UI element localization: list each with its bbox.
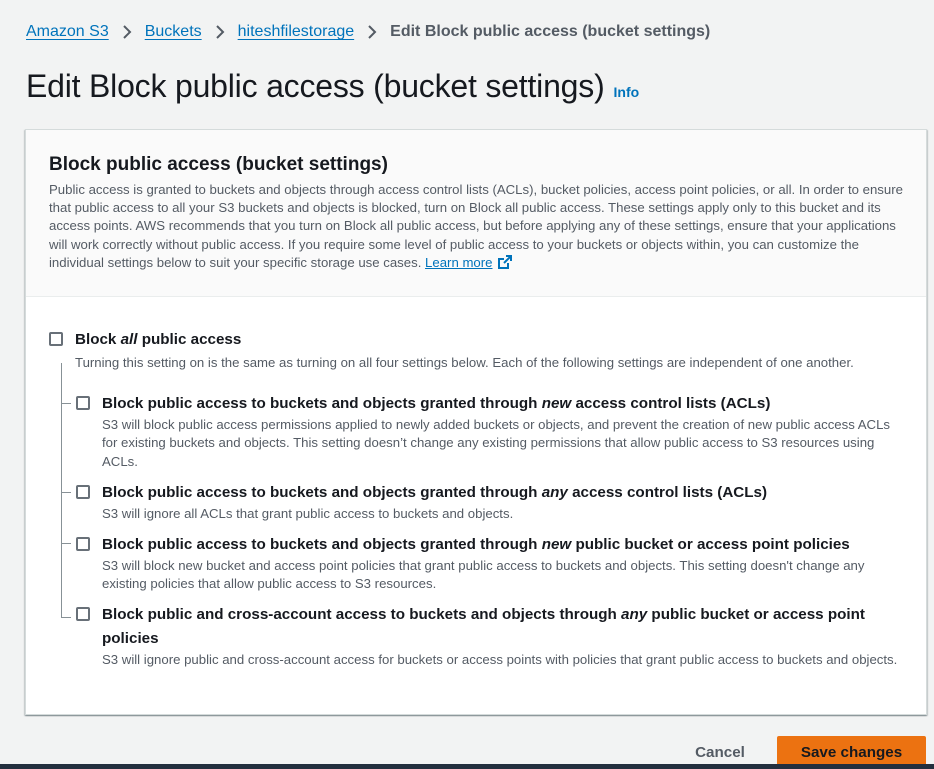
- tree-connector: [61, 403, 71, 404]
- block-public-access-panel: Block public access (bucket settings) Pu…: [25, 129, 927, 715]
- block-all-checkbox[interactable]: [49, 332, 63, 346]
- option-new-acls[interactable]: Block public access to buckets and objec…: [76, 392, 906, 471]
- option-new-policies-label[interactable]: Block public access to buckets and objec…: [102, 533, 906, 557]
- breadcrumb: Amazon S3 Buckets hiteshfilestorage Edit…: [26, 21, 710, 43]
- option-any-acls-description: S3 will ignore all ACLs that grant publi…: [102, 506, 514, 521]
- tree-connector: [61, 543, 71, 544]
- option-any-acls[interactable]: Block public access to buckets and objec…: [76, 481, 906, 523]
- learn-more-label[interactable]: Learn more: [425, 255, 492, 270]
- option-any-policies-checkbox[interactable]: [76, 607, 90, 621]
- breadcrumb-current: Edit Block public access (bucket setting…: [390, 23, 711, 40]
- block-all-description: Turning this setting on is the same as t…: [75, 355, 854, 370]
- tree-connector: [61, 492, 71, 493]
- option-new-acls-checkbox[interactable]: [76, 396, 90, 410]
- chevron-right-icon: [354, 25, 390, 39]
- option-new-policies[interactable]: Block public access to buckets and objec…: [76, 533, 906, 594]
- tree-connector: [61, 617, 71, 618]
- panel-description: Public access is granted to buckets and …: [49, 181, 903, 272]
- option-new-acls-label[interactable]: Block public access to buckets and objec…: [102, 392, 906, 416]
- breadcrumb-amazon-s3[interactable]: Amazon S3: [26, 21, 109, 43]
- panel-header: Block public access (bucket settings) Pu…: [26, 130, 926, 297]
- chevron-right-icon: [202, 25, 238, 39]
- option-new-acls-description: S3 will block public access permissions …: [102, 417, 891, 469]
- option-any-policies-description: S3 will ignore public and cross-account …: [102, 652, 898, 667]
- block-all-option[interactable]: Block all public access Turning this set…: [49, 328, 909, 372]
- option-new-policies-checkbox[interactable]: [76, 537, 90, 551]
- chevron-right-icon: [109, 25, 145, 39]
- option-any-policies[interactable]: Block public and cross-account access to…: [76, 603, 906, 669]
- page-title: Edit Block public access (bucket setting…: [26, 68, 605, 104]
- option-any-acls-checkbox[interactable]: [76, 485, 90, 499]
- bottom-bar: [0, 764, 934, 769]
- option-any-acls-label[interactable]: Block public access to buckets and objec…: [102, 481, 767, 505]
- external-link-icon: [497, 254, 512, 269]
- info-link[interactable]: Info: [614, 84, 640, 100]
- option-any-policies-label[interactable]: Block public and cross-account access to…: [102, 603, 906, 651]
- option-new-policies-description: S3 will block new bucket and access poin…: [102, 558, 865, 592]
- page-header: Edit Block public access (bucket setting…: [26, 68, 639, 105]
- breadcrumb-bucket-name[interactable]: hiteshfilestorage: [238, 21, 355, 43]
- breadcrumb-buckets[interactable]: Buckets: [145, 21, 202, 43]
- panel-title: Block public access (bucket settings): [49, 154, 388, 175]
- learn-more-link[interactable]: Learn more: [425, 254, 512, 270]
- tree-connector: [61, 363, 62, 617]
- block-all-label[interactable]: Block all public access: [75, 328, 854, 352]
